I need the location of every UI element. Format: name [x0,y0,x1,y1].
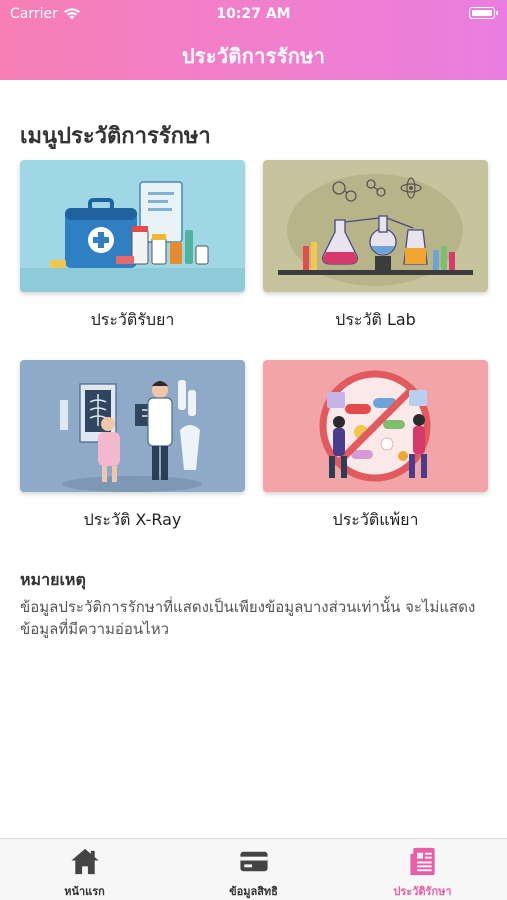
menu-card-label: ประวัติ X-Ray [83,510,182,529]
tab-label: ข้อมูลสิทธิ [229,885,278,898]
menu-card-allergy-history[interactable]: ประวัติแพ้ยา [263,360,488,533]
page-title: ประวัติการรักษา [181,44,326,68]
menu-card-medicine-history[interactable]: ประวัติรับยา [20,160,245,333]
home-icon [70,848,99,875]
tab-rights[interactable]: ข้อมูลสิทธิ [169,839,338,900]
menu-card-label: ประวัติแพ้ยา [332,510,419,529]
lab-flasks-illustration [263,160,488,292]
menu-card-label: ประวัติ Lab [335,310,416,329]
status-time: 10:27 AM [216,6,291,22]
note-title: หมายเหตุ [20,570,86,589]
menu-card-label: ประวัติรับยา [90,310,175,329]
tab-treatment-history[interactable]: ประวัติรักษา [338,839,507,900]
navigation-header: Carrier 10:27 AM ประวัติการรักษา [0,0,507,80]
tab-bar: หน้าแรก ข้อมูลสิทธิ ประวัติรักษา [0,838,507,900]
battery-icon [469,7,498,19]
tab-label: หน้าแรก [64,885,105,898]
document-icon [409,847,435,876]
xray-doctor-illustration [20,360,245,492]
tab-label: ประวัติรักษา [393,885,452,898]
status-bar: Carrier 10:27 AM [0,0,507,28]
menu-card-lab-history[interactable]: ประวัติ Lab [263,160,488,333]
note-body: ข้อมูลประวัติการรักษาที่แสดงเป็นเพียงข้อ… [20,598,476,638]
tab-home[interactable]: หน้าแรก [0,839,169,900]
medicine-kit-illustration [20,160,245,292]
menu-card-xray-history[interactable]: ประวัติ X-Ray [20,360,245,533]
card-icon [239,851,268,872]
drug-allergy-illustration [263,360,488,492]
menu-section-title: เมนูประวัติการรักษา [20,124,211,149]
